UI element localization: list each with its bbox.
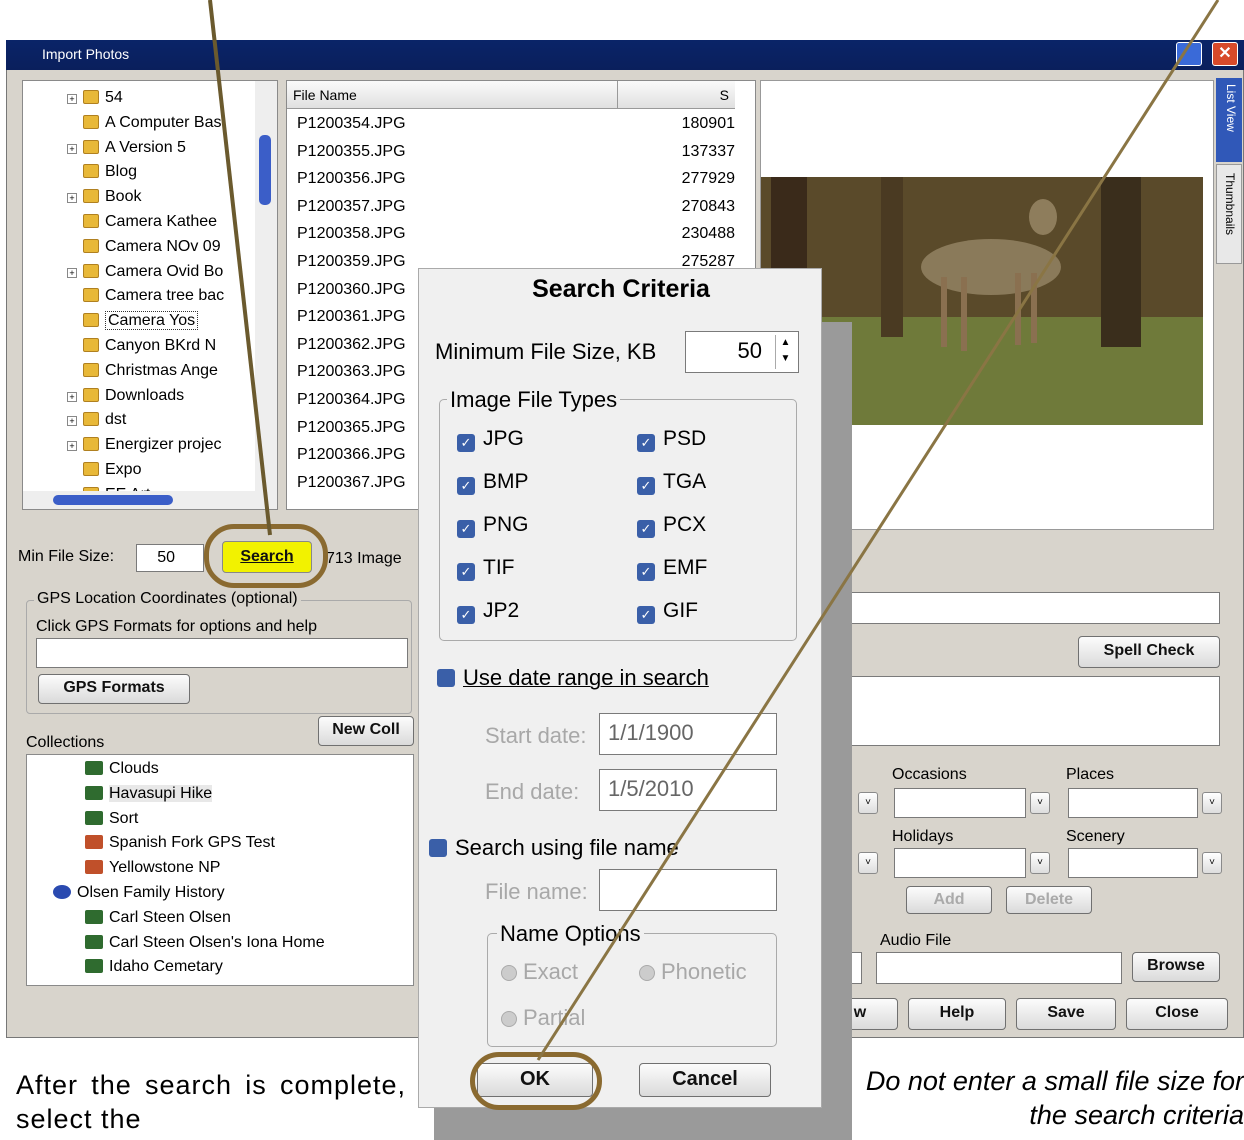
pointer-line-ok [536,0,1220,1061]
annotation-lines [208,0,1220,1061]
caption-left: After the search is complete, select the [16,1070,406,1134]
pointer-line-search [208,0,272,536]
caption-right: Do not enter a small file size for the s… [865,1066,1244,1130]
